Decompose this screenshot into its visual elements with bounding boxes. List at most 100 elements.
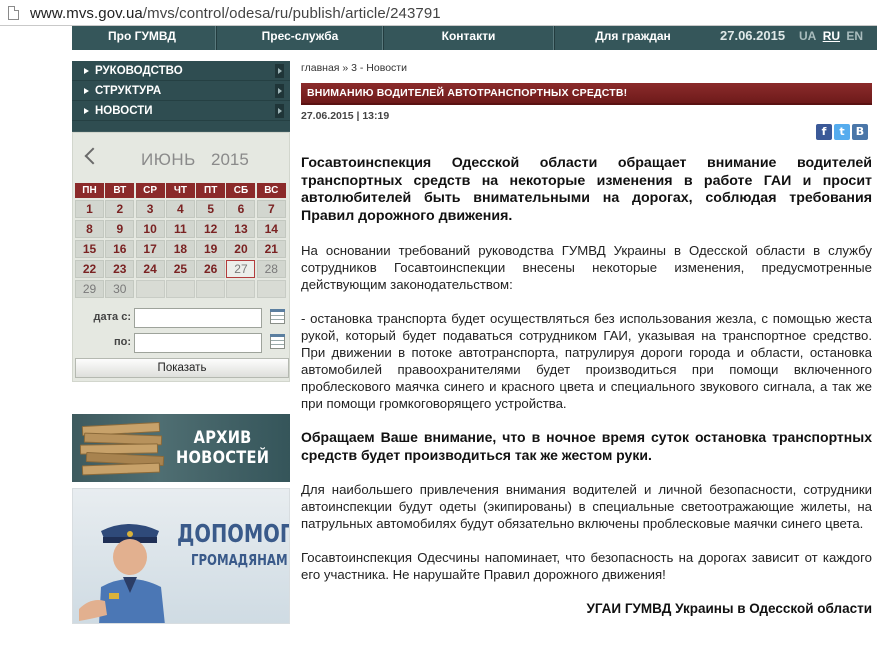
help-banner-title: ДОПОМОГА	[177, 519, 289, 548]
twitter-icon[interactable]: t	[834, 124, 850, 140]
url-path: /mvs/control/odesa/ru/publish/article/24…	[142, 5, 441, 22]
calendar-day: 29	[75, 280, 104, 298]
show-button[interactable]: Показать	[75, 358, 289, 378]
calendar-day[interactable]: 2	[105, 200, 135, 218]
calendar-day[interactable]: 22	[75, 260, 104, 278]
lang-ua[interactable]: UA	[799, 29, 816, 43]
calendar-weekday: ВС	[256, 183, 286, 198]
sidebar-item-leadership[interactable]: РУКОВОДСТВО	[72, 61, 290, 81]
sidebar-menu: РУКОВОДСТВО СТРУКТУРА НОВОСТИ	[72, 61, 290, 137]
calendar-day[interactable]: 12	[196, 220, 226, 238]
article-body: Госавтоинспекция Одесской области обраща…	[301, 155, 872, 634]
nav-separator	[382, 26, 384, 50]
article-lead: Госавтоинспекция Одесской области обраща…	[301, 155, 872, 224]
facebook-icon[interactable]: f	[816, 124, 832, 140]
sidebar-item-label: СТРУКТУРА	[95, 85, 162, 97]
calendar-day[interactable]: 20	[226, 240, 256, 258]
police-officer-icon	[79, 524, 165, 623]
calendar-day[interactable]: 15	[75, 240, 104, 258]
calendar-empty-cell	[196, 280, 226, 298]
calendar-header: ИЮНЬ 2015	[73, 141, 291, 177]
calendar-day[interactable]: 10	[135, 220, 165, 238]
calendar-empty-cell	[256, 280, 286, 298]
language-switcher: UA RU EN	[799, 26, 866, 46]
calendar-day[interactable]: 13	[226, 220, 256, 238]
calendar-day[interactable]: 21	[256, 240, 286, 258]
sidebar-item-label: НОВОСТИ	[95, 105, 153, 117]
date-from-row: дата с:	[73, 308, 291, 330]
article-paragraph: На основании требований руководства ГУМВ…	[301, 243, 872, 292]
calendar-weekday: СБ	[226, 183, 256, 198]
sidebar-item-news[interactable]: НОВОСТИ	[72, 101, 290, 121]
calendar-day[interactable]: 3	[135, 200, 165, 218]
sidebar-item-structure[interactable]: СТРУКТУРА	[72, 81, 290, 101]
chevron-right-icon	[275, 84, 284, 98]
calendar-day[interactable]: 18	[165, 240, 195, 258]
date-from-label: дата с:	[93, 311, 131, 323]
article-paragraph: - остановка транспорта будет осуществлят…	[301, 311, 872, 411]
calendar-day[interactable]: 24	[135, 260, 165, 278]
calendar-day-today[interactable]: 27	[226, 260, 256, 278]
lang-en[interactable]: EN	[846, 29, 863, 43]
article-title: ВНИМАНИЮ ВОДИТЕЛЕЙ АВТОТРАНСПОРТНЫХ СРЕД…	[307, 87, 628, 99]
chevron-right-icon	[275, 64, 284, 78]
nav-press[interactable]: Прес-служба	[220, 26, 380, 50]
nav-for-citizens[interactable]: Для граждан	[558, 26, 708, 50]
article-paragraph: Для наибольшего привлечения внимания вод…	[301, 482, 872, 531]
nav-separator	[215, 26, 217, 50]
calendar-day[interactable]: 11	[165, 220, 195, 238]
calendar-day[interactable]: 5	[196, 200, 226, 218]
help-citizens-banner[interactable]: ДОПОМОГА ГРОМАДЯНАМ	[72, 488, 290, 624]
date-to-row: по:	[73, 333, 291, 355]
calendar-day[interactable]: 26	[196, 260, 226, 278]
triangle-bullet-icon	[84, 68, 89, 74]
triangle-bullet-icon	[84, 88, 89, 94]
calendar-day[interactable]: 7	[256, 200, 286, 218]
calendar-weekday: ПН	[75, 183, 104, 198]
article-signature: УГАИ ГУМВД Украины в Одесской области	[586, 601, 872, 616]
calendar-day[interactable]: 25	[165, 260, 195, 278]
calendar-week-row: 1234567	[75, 200, 287, 218]
calendar-day[interactable]: 9	[105, 220, 135, 238]
nav-separator	[553, 26, 555, 50]
date-to-label: по:	[113, 336, 131, 348]
news-archive-banner[interactable]: АРХИВ НОВОСТЕЙ	[72, 414, 290, 482]
calendar-day[interactable]: 1	[75, 200, 104, 218]
calendar-day[interactable]: 8	[75, 220, 104, 238]
calendar-day[interactable]: 19	[196, 240, 226, 258]
calendar-day[interactable]: 6	[226, 200, 256, 218]
calendar-day[interactable]: 23	[105, 260, 135, 278]
article-title-bar: ВНИМАНИЮ ВОДИТЕЛЕЙ АВТОТРАНСПОРТНЫХ СРЕД…	[301, 83, 872, 105]
top-navigation: Про ГУМВД Прес-служба Контакти Для гражд…	[72, 26, 877, 50]
share-buttons: f t B	[816, 124, 868, 140]
triangle-bullet-icon	[84, 108, 89, 114]
calendar-day[interactable]: 14	[256, 220, 286, 238]
calendar-day[interactable]: 4	[165, 200, 195, 218]
chevron-left-icon[interactable]	[83, 147, 99, 169]
date-to-input[interactable]	[134, 333, 262, 353]
lang-ru[interactable]: RU	[823, 29, 840, 43]
calendar-day: 28	[256, 260, 286, 278]
date-from-input[interactable]	[134, 308, 262, 328]
calendar-day[interactable]: 16	[105, 240, 135, 258]
sidebar-item-label: РУКОВОДСТВО	[95, 65, 183, 77]
calendar-week-row: 8 9 10 11 12 13 14	[75, 220, 287, 238]
vk-icon[interactable]: B	[852, 124, 868, 140]
article-highlight: Обращаем Ваше внимание, что в ночное вре…	[301, 429, 872, 463]
calendar-week-row: 15 16 17 18 19 20 21	[75, 240, 287, 258]
url-host: www.mvs.gov.ua	[30, 5, 143, 22]
breadcrumb[interactable]: главная » 3 - Новости	[301, 62, 407, 74]
nav-about[interactable]: Про ГУМВД	[72, 26, 212, 50]
chevron-right-icon	[275, 104, 284, 118]
calendar-empty-cell	[135, 280, 165, 298]
nav-contacts[interactable]: Контакти	[386, 26, 551, 50]
calendar-picker-icon[interactable]	[270, 334, 285, 349]
calendar-day[interactable]: 17	[135, 240, 165, 258]
archive-line2: НОВОСТЕЙ	[176, 448, 270, 468]
calendar-weekday: ПТ	[196, 183, 226, 198]
help-banner-subtitle: ГРОМАДЯНАМ	[191, 551, 288, 569]
browser-address-bar[interactable]: www.mvs.gov.ua/mvs/control/odesa/ru/publ…	[0, 0, 877, 26]
url-text[interactable]: www.mvs.gov.ua/mvs/control/odesa/ru/publ…	[30, 5, 441, 22]
calendar-weekday: СР	[135, 183, 165, 198]
calendar-picker-icon[interactable]	[270, 309, 285, 324]
